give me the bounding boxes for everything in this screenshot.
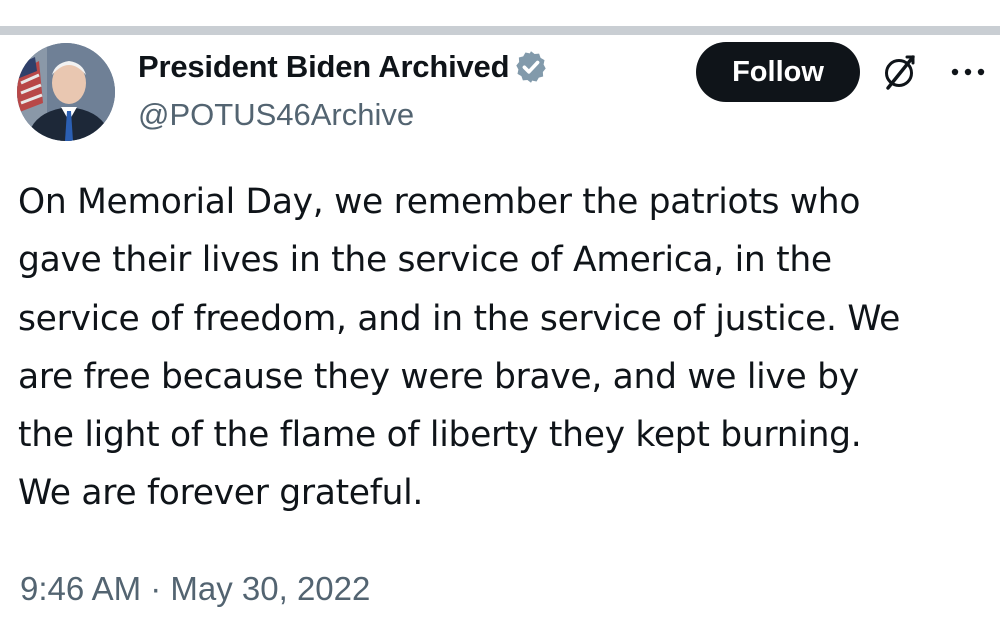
verified-badge-icon[interactable] — [513, 49, 549, 85]
tweet-text-line: On Memorial Day, we remember the patriot… — [18, 182, 861, 222]
tweet-text-line: gave their lives in the service of Ameri… — [18, 240, 832, 281]
tweet-text-line: the light of the flame of liberty they k… — [18, 415, 862, 456]
avatar[interactable] — [17, 43, 115, 141]
author-display-name[interactable]: President Biden Archived — [138, 49, 510, 85]
avatar-image — [17, 43, 115, 141]
tweet-timestamp[interactable]: 9:46 AM · May 30, 2022 — [20, 570, 370, 608]
tweet-text-line: are free because they were brave, and we… — [18, 356, 859, 397]
author-handle[interactable]: @POTUS46Archive — [138, 97, 414, 133]
grok-icon[interactable] — [879, 52, 919, 92]
tweet-card: President Biden Archived @POTUS46Archive… — [0, 35, 1000, 633]
top-divider — [0, 26, 1000, 35]
more-options-icon[interactable] — [944, 60, 992, 84]
tweet-text: On Memorial Day, we remember the patriot… — [18, 173, 988, 523]
tweet-text-line: service of freedom, and in the service o… — [18, 298, 901, 339]
follow-button[interactable]: Follow — [696, 42, 860, 102]
author-name-row: President Biden Archived — [138, 49, 549, 85]
tweet-text-line: We are forever grateful. — [18, 473, 424, 514]
